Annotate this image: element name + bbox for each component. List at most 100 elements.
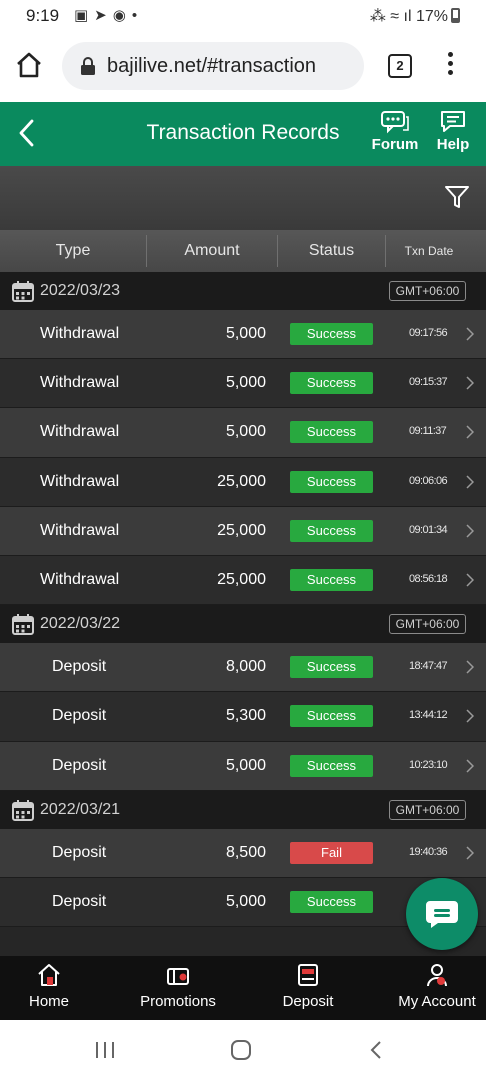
date-group-header: 2022/03/22 GMT+06:00 — [0, 605, 486, 644]
transaction-row[interactable]: Withdrawal 5,000 Success 09:15:37 — [0, 359, 486, 409]
transaction-type: Deposit — [52, 843, 107, 861]
column-status: Status — [308, 242, 355, 259]
group-date: 2022/03/22 — [40, 615, 121, 633]
transaction-row[interactable]: Deposit 8,000 Success 18:47:47 — [0, 643, 486, 693]
transaction-row[interactable]: Withdrawal 25,000 Success 08:56:18 — [0, 555, 486, 606]
group-date: 2022/03/23 — [40, 282, 121, 299]
status-badge: Success — [290, 519, 373, 542]
nav-promotions-label: Promotions — [140, 993, 216, 1010]
home-outline-icon — [17, 52, 41, 78]
browser-home-button[interactable] — [14, 50, 48, 84]
help-button[interactable]: Help — [426, 110, 480, 162]
status-badge: Success — [290, 890, 373, 913]
account-icon — [427, 964, 447, 987]
column-amount: Amount — [184, 242, 240, 259]
signal-icon: ⁂ ≈ ıl — [369, 8, 412, 25]
transaction-time: 08:56:18 — [409, 572, 448, 585]
home-icon — [38, 964, 60, 986]
clock: 9:19 — [26, 6, 60, 25]
transaction-row[interactable]: Withdrawal 25,000 Success 09:01:34 — [0, 506, 486, 556]
transaction-amount: 5,000 — [225, 892, 266, 910]
help-chat-icon — [441, 111, 465, 132]
transaction-records-panel: Type Amount Status Txn Date 2022/03/23 GM… — [0, 166, 486, 956]
chevron-right-icon — [466, 425, 474, 439]
transaction-list: 2022/03/23 GMT+06:00 Withdrawal 5,000 Succes… — [0, 272, 486, 928]
transaction-amount: 25,000 — [217, 472, 266, 490]
nav-promotions[interactable]: Promotions — [128, 962, 228, 1010]
status-badge: Success — [290, 421, 373, 444]
chevron-right-icon — [466, 524, 474, 538]
battery-icon — [451, 8, 460, 23]
transaction-time: 19:40:36 — [409, 845, 448, 858]
transaction-type: Withdrawal — [40, 325, 120, 342]
url-text: bajilive.net/#transaction — [107, 55, 317, 77]
status-badge: Success — [290, 568, 373, 591]
address-bar[interactable]: bajilive.net/#transaction — [62, 42, 364, 90]
transaction-amount: 5,000 — [225, 423, 266, 441]
lock-icon — [81, 57, 95, 75]
forum-icon — [381, 111, 409, 134]
timezone-badge: GMT+06:00 — [389, 799, 466, 820]
nav-deposit[interactable]: Deposit — [268, 962, 348, 1010]
timezone-badge: GMT+06:00 — [389, 614, 466, 635]
status-badge: Success — [290, 372, 373, 395]
status-badge: Fail — [290, 841, 373, 864]
column-txn-date: Txn Date — [404, 244, 454, 258]
calendar-icon — [12, 799, 34, 821]
chevron-right-icon — [466, 709, 474, 723]
wallet-icon — [298, 964, 318, 986]
chat-bubble-icon — [426, 901, 458, 928]
browser-toolbar: bajilive.net/#transaction 2 — [0, 32, 486, 102]
transaction-amount: 5,300 — [225, 707, 266, 725]
bottom-navigation: Home Promotions Deposit My Account — [0, 956, 486, 1020]
nav-home-label: Home — [28, 993, 69, 1010]
transaction-type: Deposit — [52, 707, 107, 725]
calendar-icon — [12, 614, 34, 636]
transaction-row[interactable]: Deposit 5,300 Success 13:44:12 — [0, 692, 486, 742]
chevron-right-icon — [466, 846, 474, 860]
transaction-amount: 25,000 — [217, 570, 266, 588]
battery-level: 17% — [415, 8, 448, 25]
chevron-right-icon — [466, 573, 474, 587]
transaction-type: Withdrawal — [40, 570, 120, 588]
system-navigation-bar — [0, 1020, 486, 1080]
transaction-row[interactable]: Withdrawal 5,000 Success 09:17:56 — [0, 310, 486, 360]
transaction-amount: 8,500 — [225, 843, 266, 861]
nav-my-account[interactable]: My Account — [392, 962, 482, 1010]
chevron-right-icon — [466, 660, 474, 674]
transaction-amount: 8,000 — [225, 658, 266, 676]
group-date: 2022/03/21 — [40, 800, 121, 818]
column-type: Type — [55, 242, 91, 259]
filter-button[interactable] — [444, 184, 472, 212]
nav-home[interactable]: Home — [14, 962, 84, 1010]
transaction-amount: 5,000 — [225, 756, 266, 774]
tab-switcher-button[interactable]: 2 — [388, 54, 412, 78]
transaction-amount: 5,000 — [225, 325, 266, 342]
status-bar: 9:19 ▣➤◉• ⁂ ≈ ıl 17% — [0, 0, 486, 32]
live-chat-button[interactable] — [406, 878, 478, 950]
chevron-right-icon — [466, 376, 474, 390]
transaction-row[interactable]: Deposit 8,500 Fail 19:40:36 — [0, 828, 486, 878]
gift-icon — [167, 968, 189, 985]
transaction-type: Withdrawal — [40, 423, 120, 441]
date-group-header: 2022/03/21 GMT+06:00 — [0, 790, 486, 829]
transaction-time: 09:06:06 — [409, 474, 448, 487]
help-label: Help — [436, 136, 470, 153]
transaction-row[interactable]: Withdrawal 25,000 Success 09:06:06 — [0, 457, 486, 507]
transaction-time: 09:11:37 — [409, 425, 447, 438]
transaction-type: Deposit — [52, 892, 107, 910]
transaction-row[interactable]: Deposit 5,000 Success 10:23:10 — [0, 741, 486, 791]
transaction-row[interactable]: Withdrawal 5,000 Success 09:11:37 — [0, 408, 486, 458]
transaction-time: 09:17:56 — [409, 327, 448, 339]
app-header: Transaction Records Forum Help — [0, 102, 486, 166]
transaction-type: Deposit — [52, 658, 107, 676]
system-back-icon[interactable] — [368, 1040, 384, 1060]
forum-button[interactable]: Forum — [368, 110, 422, 162]
timezone-badge: GMT+06:00 — [389, 281, 466, 301]
browser-menu-button[interactable] — [442, 52, 458, 82]
transaction-type: Withdrawal — [40, 472, 120, 490]
transaction-amount: 25,000 — [217, 521, 266, 539]
system-home-icon[interactable] — [230, 1040, 252, 1060]
nav-deposit-label: Deposit — [282, 993, 334, 1010]
recent-apps-icon[interactable] — [94, 1040, 116, 1060]
